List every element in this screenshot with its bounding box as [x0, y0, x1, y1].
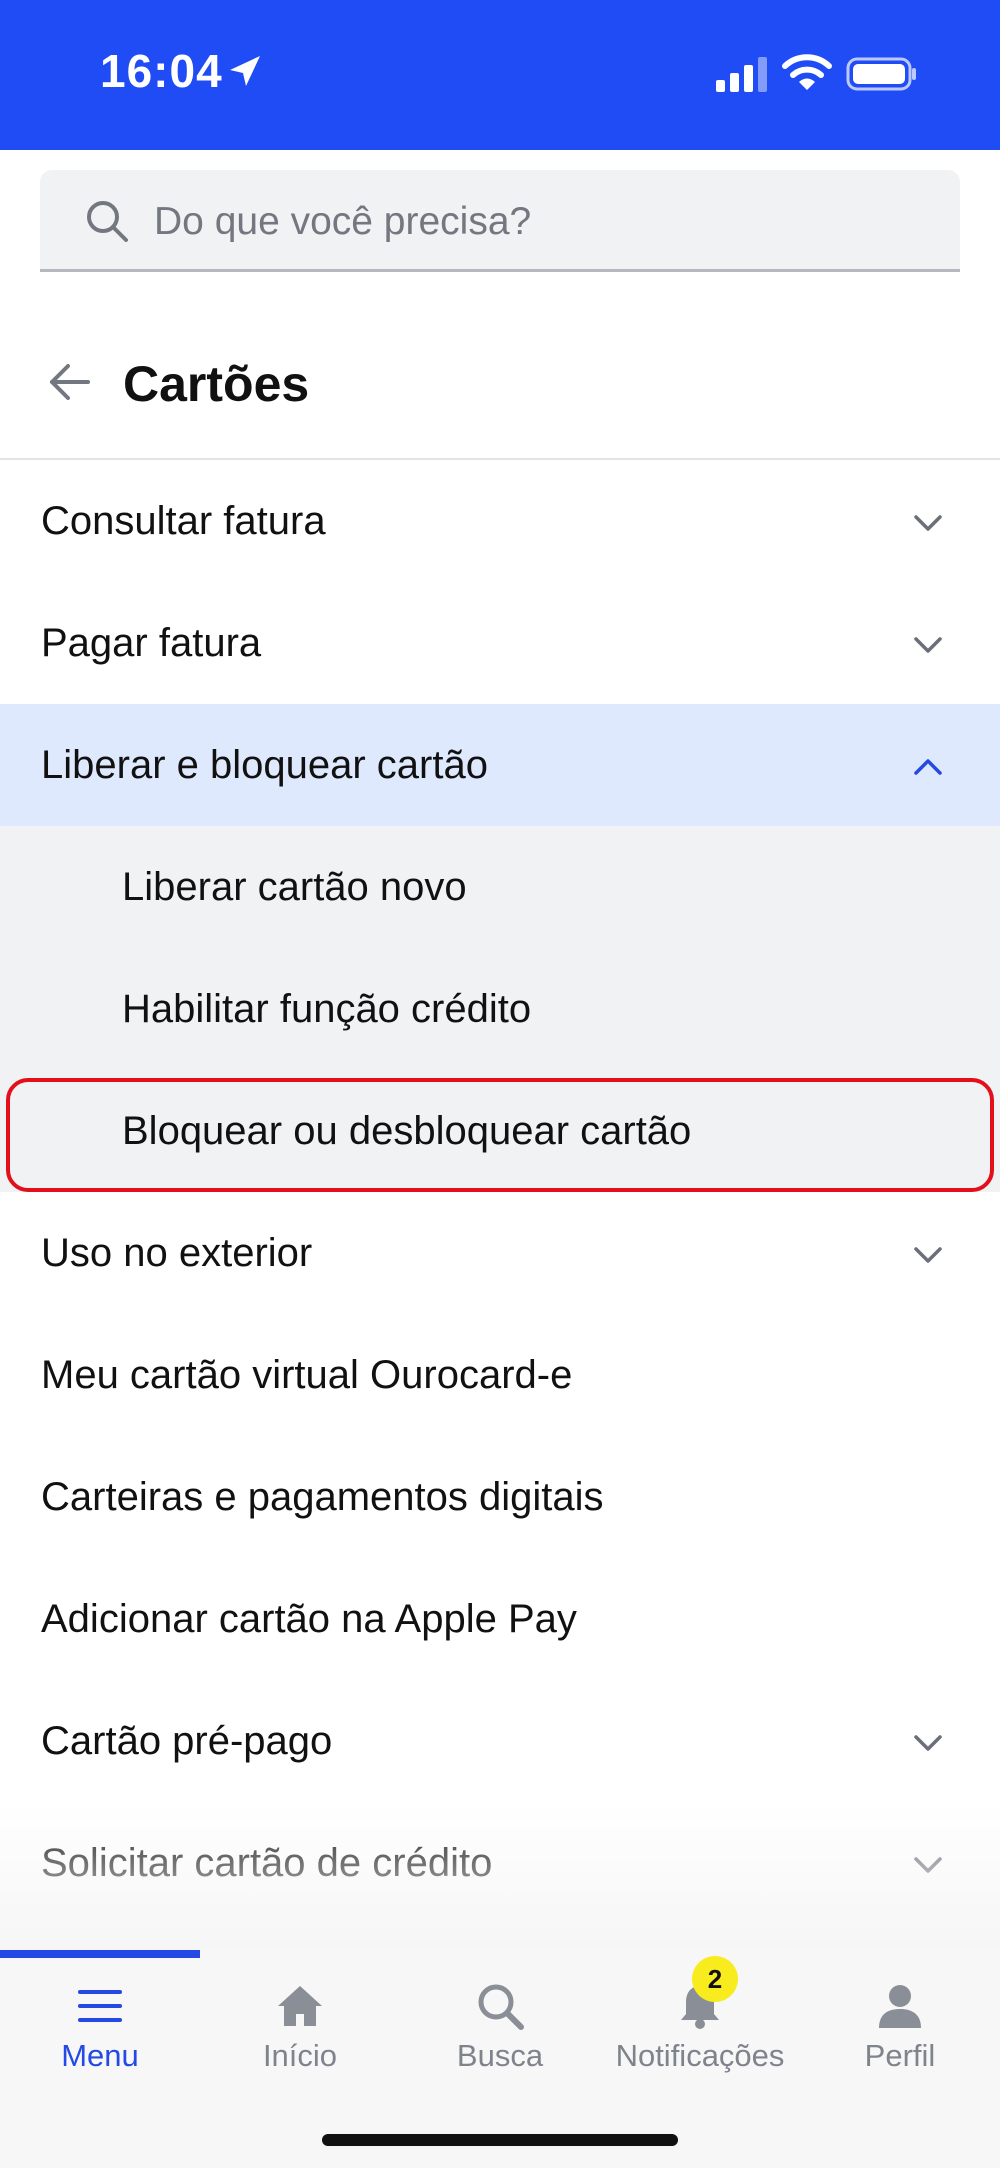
menu-item-label: Pagar fatura [41, 620, 262, 665]
wifi-icon [782, 54, 832, 90]
menu-item-solicitar-cartao-credito[interactable]: Solicitar cartão de crédito [0, 1802, 1000, 1924]
menu-item-carteiras-digitais[interactable]: Carteiras e pagamentos digitais [0, 1436, 1000, 1558]
back-arrow-icon[interactable] [46, 358, 94, 406]
tab-label: Menu [61, 2038, 139, 2073]
tab-menu[interactable]: Menu [0, 1958, 200, 2088]
menu-item-label: Meu cartão virtual Ourocard-e [41, 1352, 573, 1397]
chevron-down-icon [914, 1247, 942, 1263]
menu-item-liberar-bloquear-cartao[interactable]: Liberar e bloquear cartão [0, 704, 1000, 826]
menu-item-apple-pay[interactable]: Adicionar cartão na Apple Pay [0, 1558, 1000, 1680]
menu-item-label: Liberar e bloquear cartão [41, 742, 488, 787]
search-input[interactable]: Do que você precisa? [40, 170, 960, 272]
bottom-tab-bar: Menu Início Busca 2 Notificações Perfil [0, 1950, 1000, 2168]
tab-notificacoes[interactable]: 2 Notificações [600, 1956, 800, 2088]
submenu-item-label: Habilitar função crédito [122, 986, 532, 1031]
search-icon [87, 201, 128, 242]
submenu-item-bloquear-desbloquear-cartao[interactable]: Bloquear ou desbloquear cartão [0, 1070, 1000, 1192]
status-time: 16:04 [100, 45, 223, 97]
menu-item-label: Consultar fatura [41, 498, 326, 543]
menu-item-consultar-fatura[interactable]: Consultar fatura [0, 460, 1000, 582]
location-arrow-icon [230, 56, 260, 86]
chevron-down-icon [914, 1735, 942, 1751]
menu-item-label: Carteiras e pagamentos digitais [41, 1474, 604, 1519]
chevron-down-icon [914, 637, 942, 653]
tab-label: Início [262, 2038, 338, 2073]
active-tab-indicator [0, 1950, 200, 1958]
home-indicator [322, 2134, 678, 2146]
home-icon [278, 1986, 322, 2026]
menu-item-uso-no-exterior[interactable]: Uso no exterior [0, 1192, 1000, 1314]
menu-item-label: Uso no exterior [41, 1230, 313, 1275]
menu-item-label: Solicitar cartão de crédito [41, 1840, 493, 1885]
submenu-item-liberar-cartao-novo[interactable]: Liberar cartão novo [0, 826, 1000, 948]
menu-item-pagar-fatura[interactable]: Pagar fatura [0, 582, 1000, 704]
notification-badge: 2 [692, 1956, 738, 2002]
submenu-item-habilitar-funcao-credito[interactable]: Habilitar função crédito [0, 948, 1000, 1070]
menu-item-label: Adicionar cartão na Apple Pay [41, 1596, 577, 1641]
status-bar: 16:04 [0, 0, 1000, 150]
chevron-down-icon [914, 1857, 942, 1873]
person-icon [879, 1985, 921, 2028]
signal-icon [716, 57, 767, 92]
chevron-down-icon [914, 515, 942, 531]
submenu-item-label: Bloquear ou desbloquear cartão [122, 1108, 692, 1153]
search-icon [478, 1984, 524, 2030]
page-title: Cartões [123, 356, 310, 412]
tab-label: Notificações [615, 2038, 785, 2073]
tab-inicio[interactable]: Início [200, 1958, 400, 2088]
tab-perfil[interactable]: Perfil [800, 1958, 1000, 2088]
menu-item-cartao-pre-pago[interactable]: Cartão pré-pago [0, 1680, 1000, 1802]
menu-item-cartao-virtual[interactable]: Meu cartão virtual Ourocard-e [0, 1314, 1000, 1436]
menu-icon [78, 1990, 122, 2022]
tab-label: Perfil [864, 2038, 936, 2073]
search-placeholder: Do que você precisa? [154, 200, 532, 243]
chevron-up-icon [914, 759, 942, 775]
tab-label: Busca [456, 2038, 544, 2073]
submenu-item-label: Liberar cartão novo [122, 864, 467, 909]
menu-list: Consultar fatura Pagar fatura Liberar e … [0, 460, 1000, 1924]
battery-icon [846, 57, 916, 91]
menu-item-label: Cartão pré-pago [41, 1718, 333, 1763]
tab-busca[interactable]: Busca [400, 1958, 600, 2088]
